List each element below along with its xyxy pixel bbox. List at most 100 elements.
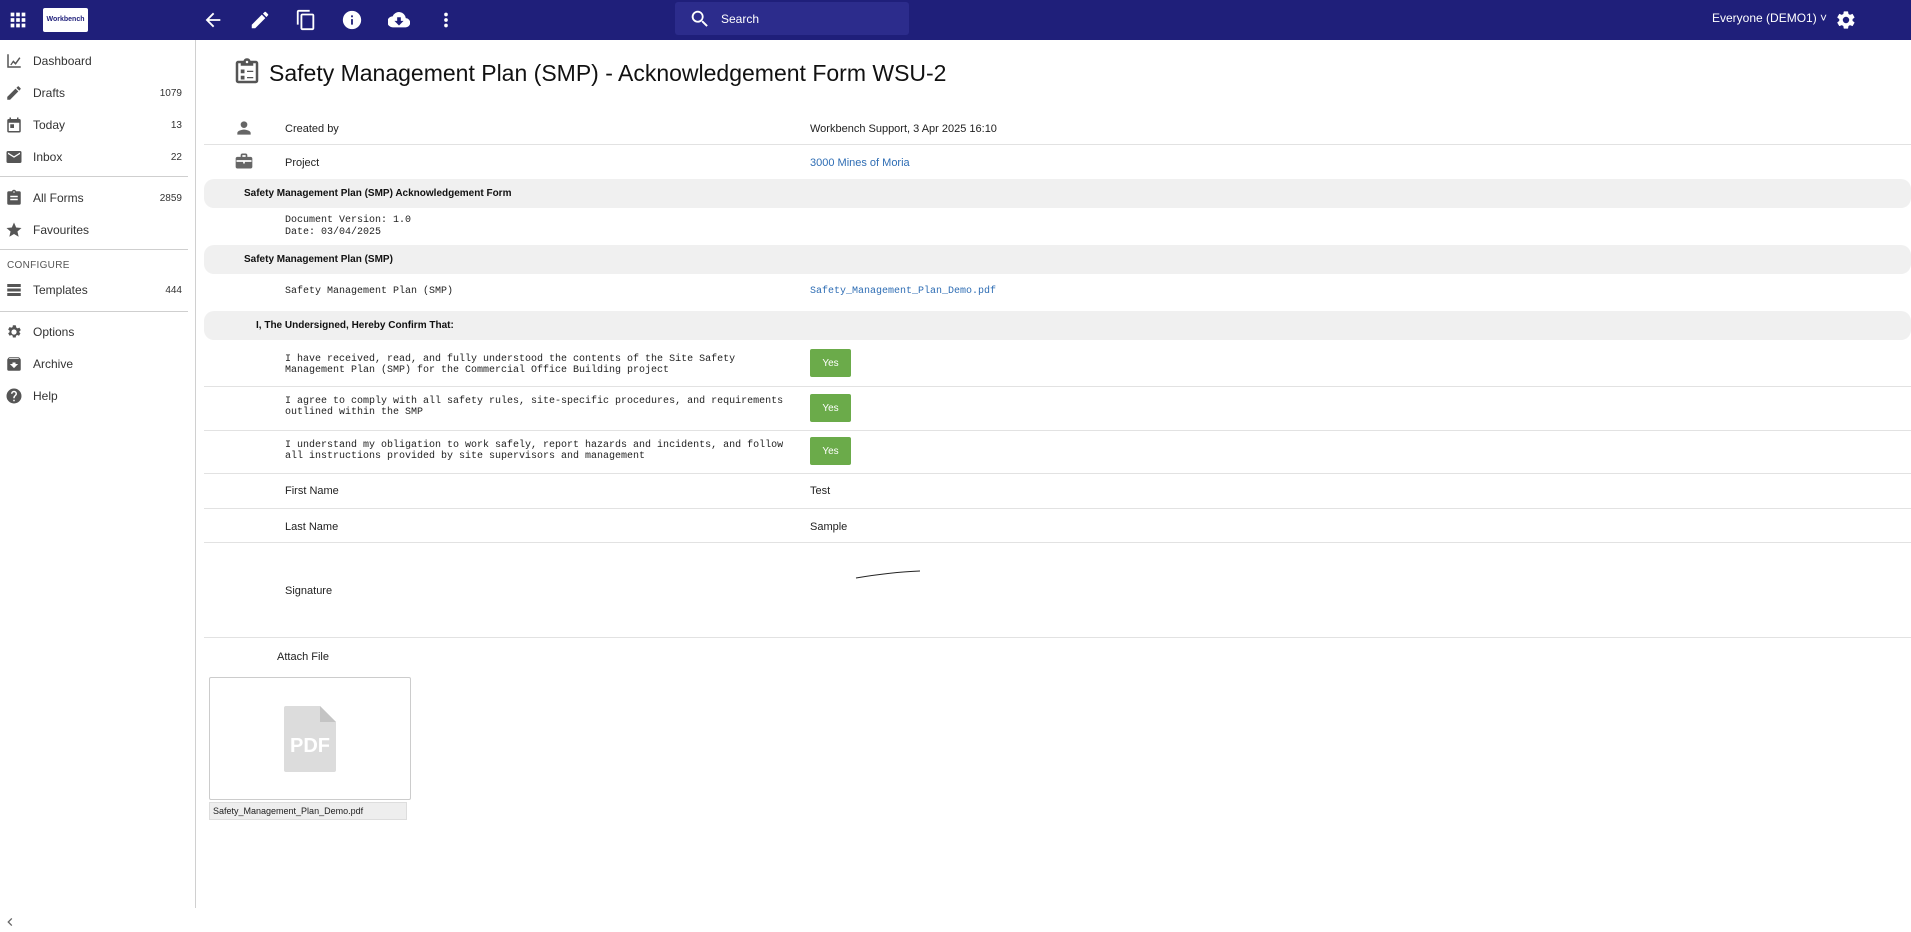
smp-label: Safety Management Plan (SMP) xyxy=(285,286,454,297)
search-input[interactable]: Search xyxy=(675,2,909,35)
sidebar-item-all-forms[interactable]: All Forms 2859 xyxy=(0,186,195,210)
smp-file-row: Safety Management Plan (SMP) Safety_Mana… xyxy=(204,274,1911,307)
pdf-file-icon: PDF xyxy=(284,705,336,772)
form-view: Safety Management Plan (SMP) - Acknowled… xyxy=(196,40,1911,908)
project-label: Project xyxy=(285,157,320,169)
sidebar-item-drafts[interactable]: Drafts 1079 xyxy=(0,81,195,105)
project-link[interactable]: 3000 Mines of Moria xyxy=(810,157,910,169)
sidebar-item-label: Help xyxy=(33,389,58,403)
archive-icon xyxy=(7,357,21,371)
help-icon xyxy=(6,388,22,404)
signature-image xyxy=(855,570,921,579)
question-text: I agree to comply with all safety rules,… xyxy=(285,396,784,418)
page-title: Safety Management Plan (SMP) - Acknowled… xyxy=(269,60,947,86)
last-name-row: Last Name Sample xyxy=(204,509,1911,543)
section-header-acknowledgement-form: Safety Management Plan (SMP) Acknowledge… xyxy=(204,179,1911,208)
attach-file-label: Attach File xyxy=(277,651,329,663)
sidebar-item-templates[interactable]: Templates 444 xyxy=(0,278,195,302)
section-title: Safety Management Plan (SMP) Acknowledge… xyxy=(244,188,512,199)
copy-icon[interactable] xyxy=(294,8,318,32)
confirmation-row-2: I agree to comply with all safety rules,… xyxy=(204,387,1911,431)
sidebar-item-label: Options xyxy=(33,325,75,339)
last-name-label: Last Name xyxy=(285,521,339,533)
section-title: I, The Undersigned, Hereby Confirm That: xyxy=(256,320,454,331)
sidebar-item-label: Inbox xyxy=(33,150,63,164)
sidebar-divider xyxy=(0,249,188,250)
top-bar: Workbench Search Everyone (DEMO1) ˅ xyxy=(0,0,1911,40)
sidebar-item-inbox[interactable]: Inbox 22 xyxy=(0,145,195,169)
attached-file-name[interactable]: Safety_Management_Plan_Demo.pdf xyxy=(209,802,407,820)
smp-file-link[interactable]: Safety_Management_Plan_Demo.pdf xyxy=(810,286,996,297)
sidebar-item-count: 1079 xyxy=(159,87,182,99)
search-icon xyxy=(691,10,708,27)
document-version: Document Version: 1.0 xyxy=(285,215,412,226)
sidebar-item-label: All Forms xyxy=(33,191,84,205)
last-name-value: Sample xyxy=(810,521,848,533)
sidebar-item-count: 22 xyxy=(170,151,182,163)
created-by-row: Created by Workbench Support, 3 Apr 2025… xyxy=(204,112,1911,145)
briefcase-icon xyxy=(234,151,254,171)
clipboard-list-icon xyxy=(232,57,262,87)
sidebar-item-label: Today xyxy=(33,118,66,132)
project-row: Project 3000 Mines of Moria xyxy=(204,145,1911,178)
signature-label: Signature xyxy=(285,585,333,597)
document-info-row: Document Version: 1.0 Date: 03/04/2025 xyxy=(204,208,1911,243)
sidebar-item-count: 444 xyxy=(165,284,182,296)
first-name-row: First Name Test xyxy=(204,474,1911,509)
sidebar: Dashboard Drafts 1079 Today 13 Inbox 22 … xyxy=(0,40,196,926)
workspace-selector[interactable]: Everyone (DEMO1) ˅ xyxy=(1712,11,1827,25)
yes-answer-button[interactable]: Yes xyxy=(810,349,851,377)
sidebar-item-today[interactable]: Today 13 xyxy=(0,113,195,137)
attached-file-thumbnail[interactable]: PDF xyxy=(209,677,411,800)
dashboard-icon xyxy=(7,54,21,68)
sidebar-item-count: 2859 xyxy=(159,192,182,204)
edit-pencil-icon[interactable] xyxy=(248,8,272,32)
sidebar-item-help[interactable]: Help xyxy=(0,384,195,408)
pencil-icon xyxy=(7,86,21,100)
question-text: I understand my obligation to work safel… xyxy=(285,440,784,462)
person-icon xyxy=(234,118,254,138)
info-icon[interactable] xyxy=(340,8,364,32)
logo-text: Workbench xyxy=(46,16,85,23)
document-date: Date: 03/04/2025 xyxy=(285,227,382,238)
sidebar-item-count: 13 xyxy=(170,119,182,131)
section-title: Safety Management Plan (SMP) xyxy=(244,254,393,265)
first-name-label: First Name xyxy=(285,485,339,497)
back-arrow-icon[interactable] xyxy=(201,8,225,32)
star-icon xyxy=(6,222,22,237)
sidebar-item-dashboard[interactable]: Dashboard xyxy=(0,49,195,73)
sidebar-divider xyxy=(0,311,188,312)
collapse-sidebar-button[interactable] xyxy=(0,912,20,932)
question-text: I have received, read, and fully underst… xyxy=(285,354,736,376)
sidebar-item-favourites[interactable]: Favourites xyxy=(0,218,195,242)
more-vertical-icon[interactable] xyxy=(434,8,458,32)
sidebar-divider xyxy=(0,176,188,177)
confirmation-row-3: I understand my obligation to work safel… xyxy=(204,431,1911,474)
section-header-confirmation: I, The Undersigned, Hereby Confirm That: xyxy=(204,311,1911,340)
sidebar-item-archive[interactable]: Archive xyxy=(0,352,195,376)
sidebar-item-label: Favourites xyxy=(33,223,90,237)
mail-icon xyxy=(6,151,22,163)
gear-icon xyxy=(8,325,21,338)
sidebar-item-options[interactable]: Options xyxy=(0,320,195,344)
apps-grid-icon[interactable] xyxy=(6,8,30,32)
sidebar-item-label: Templates xyxy=(33,283,88,297)
sidebar-item-label: Archive xyxy=(33,357,74,371)
yes-answer-button[interactable]: Yes xyxy=(810,394,851,422)
chevron-left-icon xyxy=(7,918,13,926)
gear-icon[interactable] xyxy=(1834,8,1858,32)
workbench-logo[interactable]: Workbench xyxy=(43,8,88,32)
created-by-value: Workbench Support, 3 Apr 2025 16:10 xyxy=(810,123,997,135)
pdf-badge-text: PDF xyxy=(290,735,330,757)
calendar-icon xyxy=(7,117,21,133)
configure-heading: CONFIGURE xyxy=(7,260,70,271)
confirmation-row-1: I have received, read, and fully underst… xyxy=(204,341,1911,387)
yes-answer-button[interactable]: Yes xyxy=(810,437,851,465)
sidebar-item-label: Dashboard xyxy=(33,54,92,68)
signature-row: Signature xyxy=(204,543,1911,638)
first-name-value: Test xyxy=(810,485,831,497)
sidebar-item-label: Drafts xyxy=(33,86,66,100)
cloud-download-icon[interactable] xyxy=(387,8,411,32)
section-header-smp: Safety Management Plan (SMP) xyxy=(204,245,1911,274)
created-by-label: Created by xyxy=(285,123,339,135)
